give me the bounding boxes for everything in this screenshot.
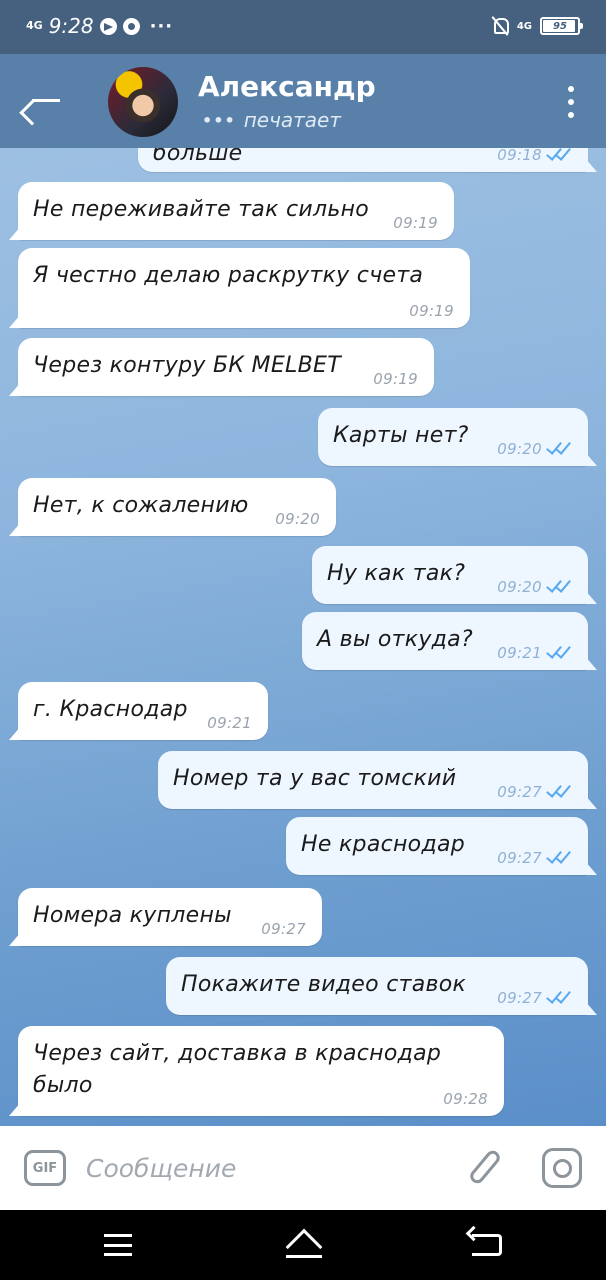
- signal-indicator: 4G: [26, 19, 43, 32]
- more-notifications-icon: ···: [149, 15, 174, 37]
- chrome-notification-icon: [122, 17, 140, 35]
- telegram-notification-icon: [99, 17, 117, 35]
- message-input[interactable]: [86, 1146, 446, 1190]
- avatar[interactable]: [108, 67, 178, 137]
- more-menu-icon[interactable]: [566, 86, 576, 118]
- incoming-message[interactable]: Нет, к сожалению 09:20: [9, 478, 336, 536]
- message-time: 09:20: [497, 440, 542, 458]
- message-text: Карты нет?: [333, 423, 469, 448]
- contact-status: ••• печатает: [202, 108, 341, 132]
- message-time: 09:28: [443, 1090, 488, 1108]
- incoming-message[interactable]: Через контуру БК MELBET 09:19: [9, 338, 434, 396]
- network-indicator: 4G: [516, 20, 532, 32]
- read-receipt-icon: [546, 642, 574, 660]
- mute-icon: [491, 16, 509, 36]
- message-time: 09:20: [275, 510, 320, 528]
- incoming-message[interactable]: г. Краснодар 09:21: [9, 682, 268, 740]
- read-receipt-icon: [546, 438, 574, 456]
- message-time: 09:27: [497, 783, 542, 801]
- message-time: 09:27: [261, 920, 306, 938]
- message-text: Я честно делаю раскрутку счета: [33, 263, 424, 288]
- message-time: 09:19: [409, 302, 454, 320]
- message-text: Номера куплены: [33, 903, 232, 928]
- message-text: Нет, к сожалению: [33, 493, 249, 518]
- message-text: Не краснодар: [301, 832, 466, 857]
- status-bar: 4G 9:28 ··· 4G 95: [0, 0, 606, 54]
- read-receipt-icon: [546, 847, 574, 865]
- message-text: г. Краснодар: [33, 697, 188, 722]
- message-composer: GIF: [0, 1126, 606, 1210]
- message-time: 09:19: [393, 214, 438, 232]
- chat-header: Александр ••• печатает: [0, 54, 606, 148]
- message-time: 09:21: [497, 644, 542, 662]
- message-text: Через сайт, доставка в краснодар было: [33, 1041, 442, 1098]
- outgoing-message[interactable]: А вы откуда? 09:21: [302, 612, 597, 670]
- incoming-message[interactable]: Я честно делаю раскрутку счета 09:19: [9, 248, 470, 328]
- attach-icon[interactable]: [466, 1146, 506, 1190]
- message-list[interactable]: больше 09:18 Не переживайте так сильно 09:1…: [0, 148, 606, 1126]
- message-time: 09:18: [497, 148, 542, 164]
- outgoing-message[interactable]: Ну как так? 09:20: [312, 546, 597, 604]
- incoming-message[interactable]: Через сайт, доставка в краснодар было 09:…: [9, 1026, 504, 1116]
- back-arrow-icon[interactable]: [19, 80, 68, 126]
- nav-back-icon[interactable]: [472, 1234, 502, 1256]
- gif-button[interactable]: GIF: [24, 1150, 66, 1186]
- read-receipt-icon: [546, 987, 574, 1005]
- outgoing-message[interactable]: больше 09:18: [138, 148, 597, 172]
- home-icon[interactable]: [284, 1228, 324, 1266]
- status-bar-right: 4G 95: [491, 16, 583, 36]
- message-text: Покажите видео ставок: [181, 972, 467, 997]
- message-text: А вы откуда?: [317, 627, 473, 652]
- typing-dots-icon: •••: [202, 110, 236, 130]
- read-receipt-icon: [546, 576, 574, 594]
- outgoing-message[interactable]: Номер та у вас томский 09:27: [158, 751, 597, 809]
- battery-icon: 95: [540, 17, 583, 35]
- contact-name[interactable]: Александр: [198, 70, 376, 103]
- message-time: 09:27: [497, 849, 542, 867]
- message-text: Ну как так?: [327, 561, 466, 586]
- message-time: 09:21: [207, 714, 252, 732]
- typing-status: печатает: [243, 108, 342, 132]
- status-bar-left: 4G 9:28 ···: [26, 14, 173, 38]
- incoming-message[interactable]: Номера куплены 09:27: [9, 888, 322, 946]
- battery-level: 95: [553, 20, 567, 32]
- message-text: Не переживайте так сильно: [33, 197, 370, 222]
- message-text: Номер та у вас томский: [173, 766, 457, 791]
- read-receipt-icon: [546, 148, 574, 162]
- message-time: 09:27: [497, 989, 542, 1007]
- camera-icon[interactable]: [542, 1148, 582, 1188]
- message-time: 09:20: [497, 578, 542, 596]
- message-text: Через контуру БК MELBET: [33, 353, 341, 378]
- status-time: 9:28: [48, 14, 94, 38]
- recent-apps-icon[interactable]: [104, 1234, 132, 1256]
- outgoing-message[interactable]: Покажите видео ставок 09:27: [166, 957, 597, 1015]
- incoming-message[interactable]: Не переживайте так сильно 09:19: [9, 182, 454, 240]
- outgoing-message[interactable]: Не краснодар 09:27: [286, 817, 597, 875]
- navigation-bar: [0, 1210, 606, 1280]
- message-time: 09:19: [373, 370, 418, 388]
- message-text: больше: [153, 148, 243, 166]
- outgoing-message[interactable]: Карты нет? 09:20: [318, 408, 597, 466]
- read-receipt-icon: [546, 781, 574, 799]
